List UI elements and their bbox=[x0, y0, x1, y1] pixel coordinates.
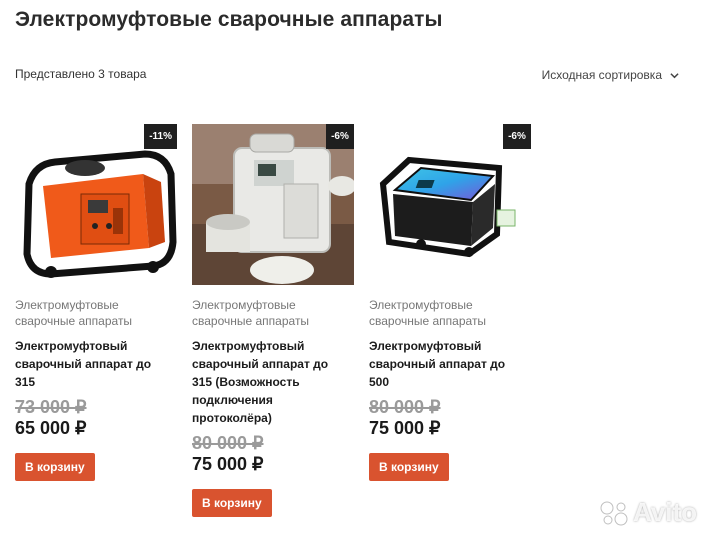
watermark-text: Avito bbox=[632, 497, 697, 527]
result-count: Представлено 3 товара bbox=[15, 67, 147, 81]
discount-badge: -6% bbox=[503, 124, 531, 149]
add-to-cart-button[interactable]: В корзину bbox=[15, 453, 95, 481]
avito-watermark: Avito bbox=[599, 497, 697, 528]
avito-logo-icon bbox=[600, 501, 628, 525]
sort-label: Исходная сортировка bbox=[541, 68, 662, 82]
add-to-cart-button[interactable]: В корзину bbox=[192, 489, 272, 517]
chevron-down-icon bbox=[670, 72, 679, 78]
discount-badge: -6% bbox=[326, 124, 354, 149]
product-name[interactable]: Электромуфтовый сварочный аппарат до 315… bbox=[192, 337, 342, 427]
old-price: 73 000 ₽ bbox=[15, 397, 87, 417]
current-price: 65 000 ₽ bbox=[15, 418, 87, 438]
product-image[interactable]: -6% bbox=[192, 124, 354, 285]
product-name[interactable]: Электромуфтовый сварочный аппарат до 315 bbox=[15, 337, 165, 391]
product-card: -6% Электромуфтовые сварочные аппараты Э… bbox=[369, 124, 539, 481]
add-to-cart-button[interactable]: В корзину bbox=[369, 453, 449, 481]
product-card: -6% Электромуфтовые сварочные аппараты Э… bbox=[192, 124, 362, 517]
product-category[interactable]: Электромуфтовые сварочные аппараты bbox=[15, 297, 165, 329]
old-price: 80 000 ₽ bbox=[192, 433, 264, 453]
product-category[interactable]: Электромуфтовые сварочные аппараты bbox=[369, 297, 519, 329]
page-title: Электромуфтовые сварочные аппараты bbox=[15, 8, 443, 31]
current-price: 75 000 ₽ bbox=[369, 418, 441, 438]
product-image[interactable]: -6% bbox=[369, 124, 531, 285]
product-image[interactable]: -11% bbox=[15, 124, 177, 285]
current-price: 75 000 ₽ bbox=[192, 454, 264, 474]
old-price: 80 000 ₽ bbox=[369, 397, 441, 417]
sort-dropdown[interactable]: Исходная сортировка bbox=[542, 68, 679, 82]
product-card: -11% Электромуфтовые сварочные аппараты … bbox=[15, 124, 185, 481]
product-category[interactable]: Электромуфтовые сварочные аппараты bbox=[192, 297, 342, 329]
product-name[interactable]: Электромуфтовый сварочный аппарат до 500 bbox=[369, 337, 519, 391]
discount-badge: -11% bbox=[144, 124, 177, 149]
